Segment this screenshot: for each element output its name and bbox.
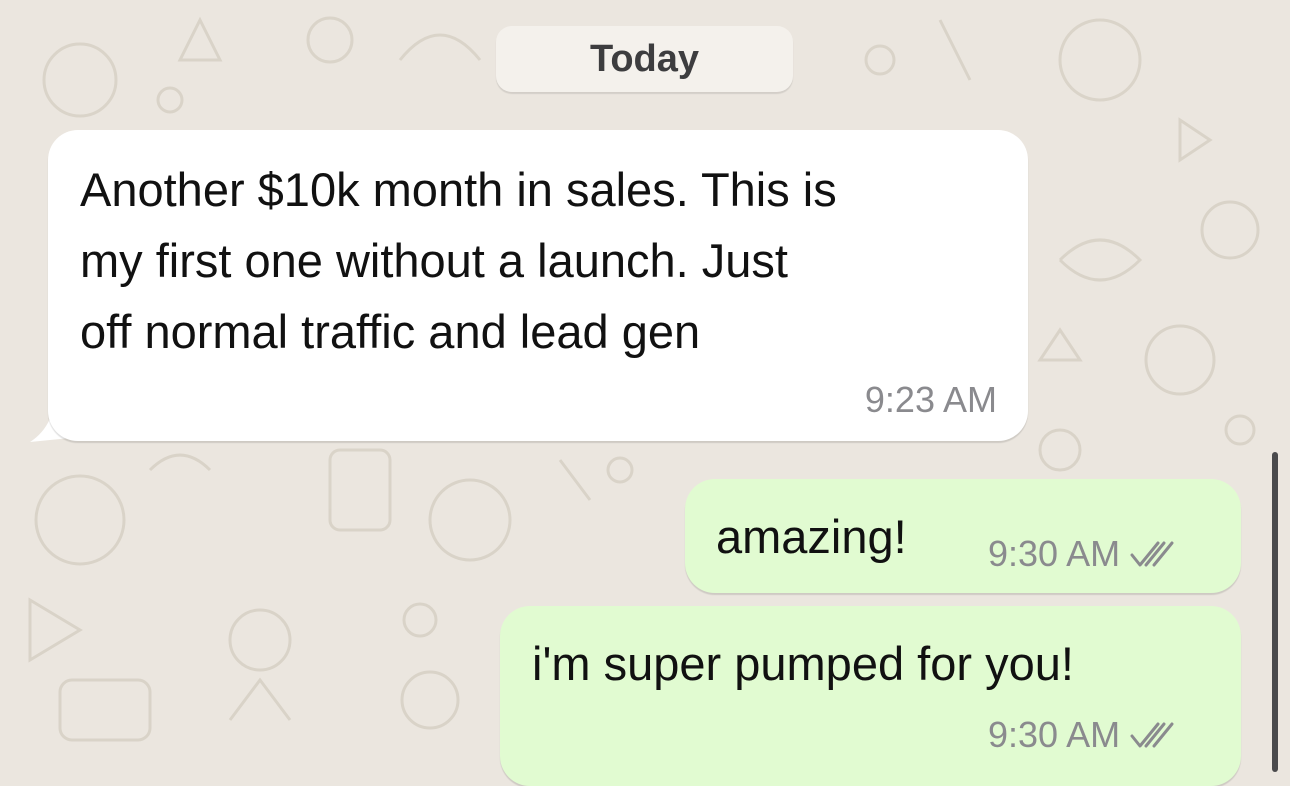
message-timestamp: 9:30 AM	[988, 533, 1184, 575]
double-check-icon	[1130, 541, 1174, 567]
scrollbar[interactable]	[1272, 452, 1278, 772]
message-line: my first one without a launch. Just	[80, 234, 788, 287]
outgoing-message-bubble[interactable]: i'm super pumped for you! 9:30 AM	[500, 606, 1241, 786]
incoming-message-bubble[interactable]: Another $10k month in sales. This is my …	[48, 130, 1028, 441]
outgoing-message-bubble[interactable]: amazing! 9:30 AM	[685, 479, 1241, 593]
message-line: Another $10k month in sales. This is	[80, 163, 837, 216]
message-text: i'm super pumped for you!	[532, 637, 1074, 690]
message-text: amazing!	[716, 510, 907, 563]
double-check-icon	[1130, 722, 1174, 748]
date-divider: Today	[496, 26, 793, 92]
message-line: off normal traffic and lead gen	[80, 305, 701, 358]
message-timestamp: 9:30 AM	[988, 714, 1184, 756]
timestamp-text: 9:23 AM	[864, 379, 997, 420]
message-text: Another $10k month in sales. This is my …	[80, 154, 1010, 367]
message-timestamp: 9:23 AM	[865, 379, 997, 421]
timestamp-text: 9:30 AM	[988, 714, 1121, 755]
timestamp-text: 9:30 AM	[988, 533, 1121, 574]
